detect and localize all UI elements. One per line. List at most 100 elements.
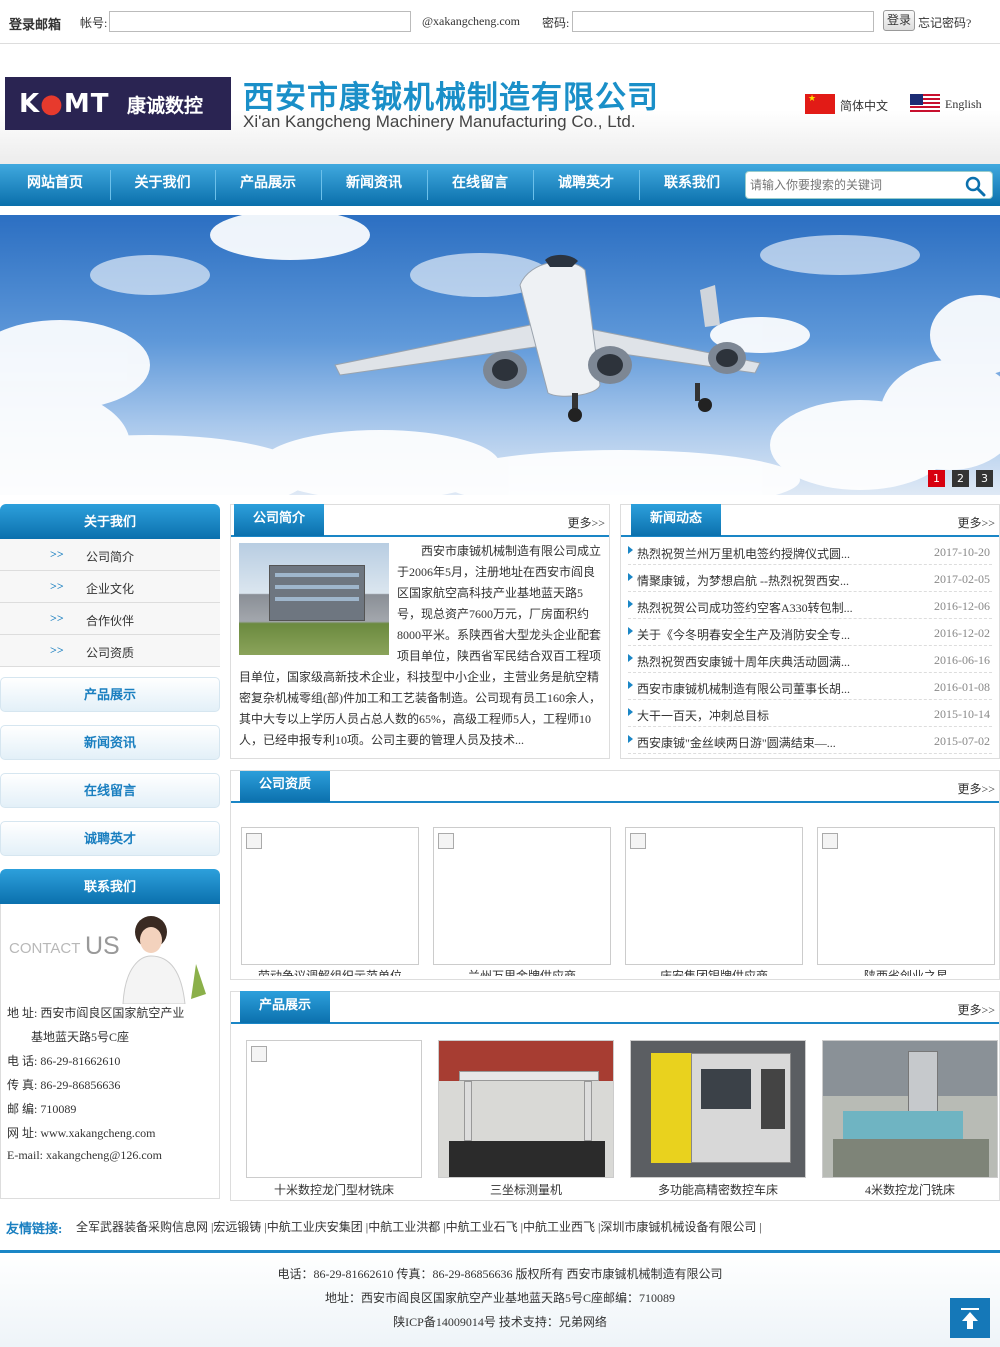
product-caption[interactable]: 多功能高精密数控车床 bbox=[630, 1181, 806, 1198]
chevron-right-icon: >> bbox=[50, 547, 64, 561]
sidebar-item-intro[interactable]: >> 公司简介 bbox=[0, 539, 220, 571]
contact-address-2: 基地蓝天路5号C座 bbox=[31, 1030, 130, 1044]
search-box bbox=[745, 171, 993, 199]
news-title[interactable]: 新闻动态 bbox=[631, 504, 721, 536]
sidebar-news-button[interactable]: 新闻资讯 bbox=[0, 725, 220, 760]
logo-mark: K●MT bbox=[19, 89, 110, 119]
product-caption[interactable]: 十米数控龙门型材铣床 bbox=[246, 1181, 422, 1198]
news-item[interactable]: 大干一百天，冲刺总目标 2015-10-14 bbox=[628, 700, 992, 727]
news-more-link[interactable]: 更多>> bbox=[957, 514, 995, 531]
cert-image[interactable] bbox=[241, 827, 419, 965]
news-panel: 新闻动态 更多>> 热烈祝贺兰州万里机电签约授牌仪式圆... 2017-10-20… bbox=[620, 504, 1000, 759]
nav-jobs[interactable]: 诚聘英才 bbox=[533, 164, 639, 206]
sidebar-contact-header[interactable]: 联系我们 bbox=[0, 869, 220, 904]
news-item[interactable]: 热烈祝贺兰州万里机电签约授牌仪式圆... 2017-10-20 bbox=[628, 538, 992, 565]
cert-caption[interactable]: 陕西省创业之星 bbox=[817, 967, 995, 976]
main-nav: 网站首页 关于我们 产品展示 新闻资讯 在线留言 诚聘英才 联系我们 bbox=[0, 164, 1000, 206]
intro-title[interactable]: 公司简介 bbox=[234, 504, 324, 536]
certs-more-link[interactable]: 更多>> bbox=[957, 780, 995, 797]
news-item[interactable]: 情聚康铖，为梦想启航 --热烈祝贺西安... 2017-02-05 bbox=[628, 565, 992, 592]
products-more-link[interactable]: 更多>> bbox=[957, 1001, 995, 1018]
nav-news[interactable]: 新闻资讯 bbox=[321, 164, 427, 206]
uk-flag-icon[interactable] bbox=[910, 94, 940, 114]
sidebar-item-partners[interactable]: >> 合作伙伴 bbox=[0, 603, 220, 635]
search-input[interactable] bbox=[750, 175, 955, 195]
slide-dot-2[interactable]: 2 bbox=[952, 470, 969, 487]
company-name-en: Xi'an Kangcheng Machinery Manufacturing … bbox=[243, 112, 636, 131]
chevron-right-icon: >> bbox=[50, 643, 64, 657]
product-image[interactable] bbox=[822, 1040, 998, 1178]
china-flag-icon[interactable] bbox=[805, 93, 835, 114]
product-caption[interactable]: 4米数控龙门铣床 bbox=[822, 1181, 998, 1198]
contact-phone: 电 话: 86-29-81662610 bbox=[7, 1054, 121, 1068]
mail-domain: @xakangcheng.com bbox=[422, 14, 521, 28]
nav-message[interactable]: 在线留言 bbox=[427, 164, 533, 206]
sidebar-item-culture[interactable]: >> 企业文化 bbox=[0, 571, 220, 603]
broken-image-icon bbox=[438, 833, 454, 849]
hero-banner bbox=[0, 215, 1000, 495]
intro-body: 西安市康铖机械制造有限公司成立于2006年5月，注册地址在西安市阎良区国家航空高… bbox=[239, 543, 602, 747]
product-image[interactable] bbox=[438, 1040, 614, 1178]
cert-caption[interactable]: 劳动争议调解组织示范单位 bbox=[241, 967, 419, 976]
product-image[interactable] bbox=[246, 1040, 422, 1178]
footer-contact-line: 电话：86-29-81662610 传真：86-29-86856636 版权所有… bbox=[277, 1267, 723, 1281]
company-logo[interactable]: K●MT 康诚数控 bbox=[5, 77, 231, 130]
friend-links-list[interactable]: 全军武器装备采购信息网 |宏远锻铸 |中航工业庆安集团 |中航工业洪都 |中航工… bbox=[76, 1218, 762, 1235]
account-input[interactable] bbox=[109, 11, 411, 32]
contact-art-text: CONTACT bbox=[9, 940, 81, 957]
contact-address: 地 址: 西安市阎良区国家航空产业 bbox=[7, 1006, 185, 1020]
news-item[interactable]: 西安康铖"金丝峡两日游"圆满结束—... 2015-07-02 bbox=[628, 727, 992, 754]
certs-panel: 公司资质 更多>> 劳动争议调解组织示范单位 兰州万里金牌供应商 庆安集团银牌供… bbox=[230, 770, 1000, 980]
news-item[interactable]: 热烈祝贺公司成功签约空客A330转包制... 2016-12-06 bbox=[628, 592, 992, 619]
logo-cn-text: 康诚数控 bbox=[127, 95, 204, 117]
broken-image-icon bbox=[246, 833, 262, 849]
broken-image-icon bbox=[630, 833, 646, 849]
certs-title[interactable]: 公司资质 bbox=[240, 771, 330, 802]
slide-dot-1[interactable]: 1 bbox=[928, 470, 945, 487]
products-panel: 产品展示 更多>> 十米数控龙门型材铣床 三坐标测量机 多功能高精密数控车床 4… bbox=[230, 991, 1000, 1201]
sidebar-products-button[interactable]: 产品展示 bbox=[0, 677, 220, 712]
forgot-password-link[interactable]: 忘记密码? bbox=[918, 14, 971, 31]
sidebar-jobs-button[interactable]: 诚聘英才 bbox=[0, 821, 220, 856]
footer-address-line: 地址：西安市阎良区国家航空产业基地蓝天路5号C座邮编：710089 bbox=[324, 1291, 675, 1305]
cert-caption[interactable]: 庆安集团银牌供应商 bbox=[625, 967, 803, 976]
lang-en-link[interactable]: English bbox=[945, 97, 982, 112]
sidebar-item-qualification[interactable]: >> 公司资质 bbox=[0, 635, 220, 667]
intro-panel: 公司简介 更多>> 西安市康铖机械制造有限公司成立于2006年5月，注册地址在西… bbox=[230, 504, 610, 759]
company-building-image bbox=[239, 543, 389, 655]
lang-cn-link[interactable]: 简体中文 bbox=[840, 97, 888, 114]
news-item[interactable]: 西安市康铖机械制造有限公司董事长胡... 2016-01-08 bbox=[628, 673, 992, 700]
nav-home[interactable]: 网站首页 bbox=[0, 164, 110, 206]
news-item[interactable]: 关于《今冬明春安全生产及消防安全专... 2016-12-02 bbox=[628, 619, 992, 646]
password-input[interactable] bbox=[572, 11, 874, 32]
cert-caption[interactable]: 兰州万里金牌供应商 bbox=[433, 967, 611, 976]
search-icon[interactable] bbox=[964, 175, 986, 197]
broken-image-icon bbox=[822, 833, 838, 849]
cert-image[interactable] bbox=[817, 827, 995, 965]
back-to-top-button[interactable] bbox=[950, 1298, 990, 1338]
nav-contact[interactable]: 联系我们 bbox=[639, 164, 745, 206]
slide-dot-3[interactable]: 3 bbox=[976, 470, 993, 487]
password-label: 密码: bbox=[542, 16, 570, 30]
product-image[interactable] bbox=[630, 1040, 806, 1178]
contact-email[interactable]: E-mail: xakangcheng@126.com bbox=[7, 1148, 162, 1163]
friend-links: 友情链接: 全军武器装备采购信息网 |宏远锻铸 |中航工业庆安集团 |中航工业洪… bbox=[0, 1213, 1000, 1239]
contact-website[interactable]: 网 址: www.xakangcheng.com bbox=[7, 1124, 156, 1141]
contact-postcode: 邮 编: 710089 bbox=[7, 1102, 77, 1116]
cert-image[interactable] bbox=[433, 827, 611, 965]
sidebar-about-header[interactable]: 关于我们 bbox=[0, 504, 220, 539]
footer-icp-line: 陕ICP备14009014号 技术支持：兄弟网络 bbox=[393, 1315, 607, 1329]
nav-about[interactable]: 关于我们 bbox=[110, 164, 215, 206]
friend-links-label: 友情链接: bbox=[6, 1221, 63, 1236]
login-button[interactable]: 登录 bbox=[883, 10, 915, 31]
sidebar-message-button[interactable]: 在线留言 bbox=[0, 773, 220, 808]
contact-art-us: US bbox=[85, 932, 120, 960]
chevron-right-icon: >> bbox=[50, 579, 64, 593]
intro-more-link[interactable]: 更多>> bbox=[567, 514, 605, 531]
contact-fax: 传 真: 86-29-86856636 bbox=[7, 1078, 121, 1092]
news-item[interactable]: 热烈祝贺西安康铖十周年庆典活动圆满... 2016-06-16 bbox=[628, 646, 992, 673]
product-caption[interactable]: 三坐标测量机 bbox=[438, 1181, 614, 1198]
products-title[interactable]: 产品展示 bbox=[240, 991, 330, 1023]
cert-image[interactable] bbox=[625, 827, 803, 965]
nav-products[interactable]: 产品展示 bbox=[215, 164, 321, 206]
